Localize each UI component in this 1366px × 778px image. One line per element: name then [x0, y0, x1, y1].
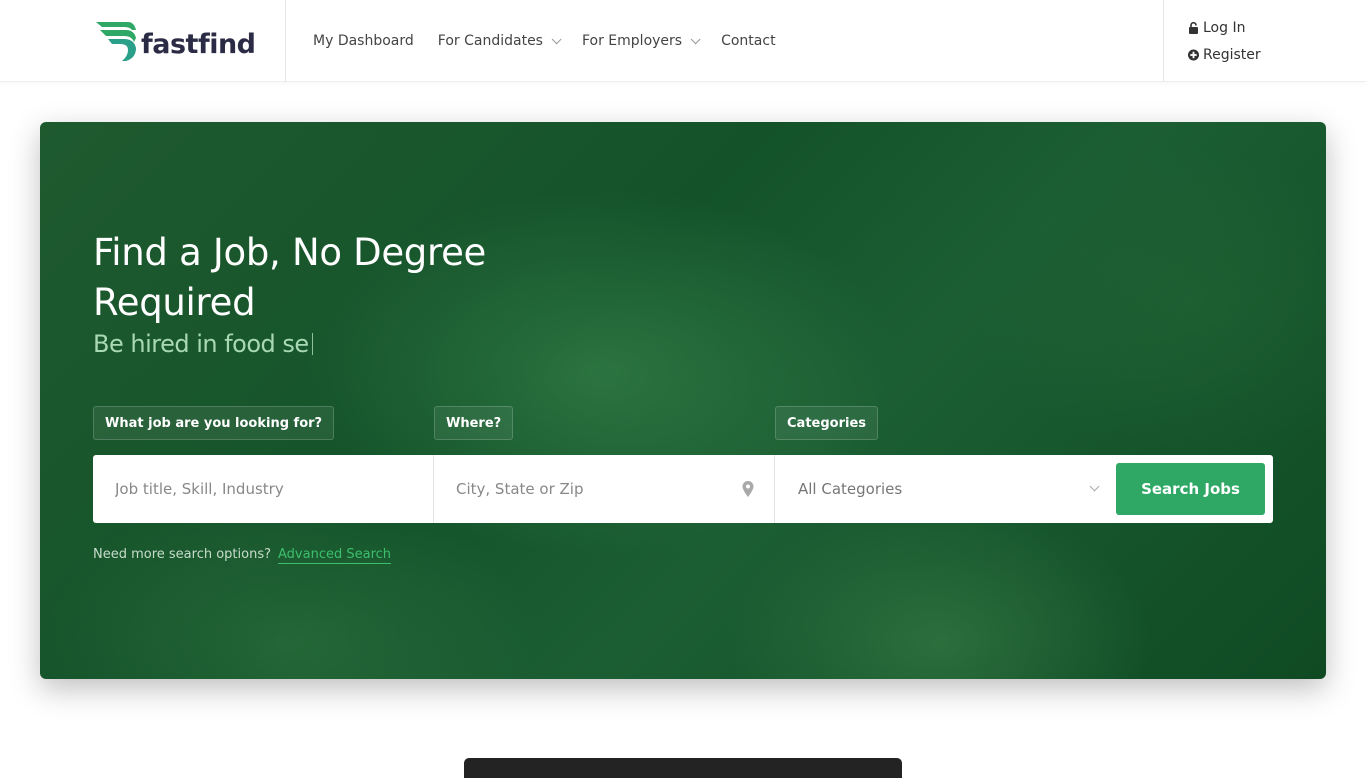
typing-text: Be hired in food se — [93, 330, 309, 358]
nav-for-candidates[interactable]: For Candidates — [437, 33, 562, 49]
nav-label: For Candidates — [437, 33, 543, 49]
logo-link[interactable]: fastfind — [94, 20, 256, 62]
keyword-field — [93, 455, 434, 523]
register-link[interactable]: Register — [1188, 44, 1261, 66]
nav-label: Contact — [721, 33, 776, 49]
login-link[interactable]: Log In — [1188, 17, 1261, 39]
auth-links: Log In Register — [1188, 17, 1261, 71]
content-section-top — [464, 758, 902, 778]
category-select[interactable]: All Categories — [775, 455, 1116, 523]
hero-subtitle: Be hired in food se — [93, 330, 313, 358]
location-field — [434, 455, 775, 523]
label-categories: Categories — [775, 406, 879, 440]
hero-banner: Find a Job, No Degree Required Be hired … — [40, 122, 1326, 679]
nav-for-employers[interactable]: For Employers — [581, 33, 701, 49]
category-selected: All Categories — [798, 480, 903, 498]
chevron-down-icon — [551, 33, 562, 44]
search-form: All Categories Search Jobs — [93, 455, 1273, 523]
main-nav: My Dashboard For Candidates For Employer… — [313, 0, 800, 82]
nav-contact[interactable]: Contact — [721, 33, 775, 49]
map-pin-icon — [742, 481, 754, 497]
logo-text: fastfind — [141, 28, 256, 60]
more-options-text: Need more search options? — [93, 547, 272, 562]
label-where: Where? — [434, 406, 514, 440]
header-divider — [285, 0, 286, 82]
nav-my-dashboard[interactable]: My Dashboard — [313, 33, 414, 49]
advanced-search-link[interactable]: Advanced Search — [278, 547, 392, 564]
nav-label: For Employers — [581, 33, 683, 49]
typing-cursor — [311, 333, 313, 355]
chevron-down-icon — [690, 33, 701, 44]
keyword-input[interactable] — [93, 455, 433, 523]
more-options: Need more search options? Advanced Searc… — [93, 547, 392, 564]
hero-title: Find a Job, No Degree Required — [93, 231, 487, 324]
fastfind-logo-icon — [96, 22, 136, 61]
location-input[interactable] — [434, 455, 774, 523]
login-label: Log In — [1203, 20, 1246, 36]
plus-circle-icon — [1188, 49, 1199, 61]
lock-open-icon — [1189, 22, 1198, 34]
nav-label: My Dashboard — [313, 33, 414, 49]
site-header: fastfind My Dashboard For Candidates For… — [0, 0, 1366, 82]
label-what-job: What job are you looking for? — [93, 406, 335, 440]
header-divider — [1163, 0, 1164, 82]
register-label: Register — [1203, 47, 1261, 63]
search-jobs-button[interactable]: Search Jobs — [1116, 463, 1265, 515]
